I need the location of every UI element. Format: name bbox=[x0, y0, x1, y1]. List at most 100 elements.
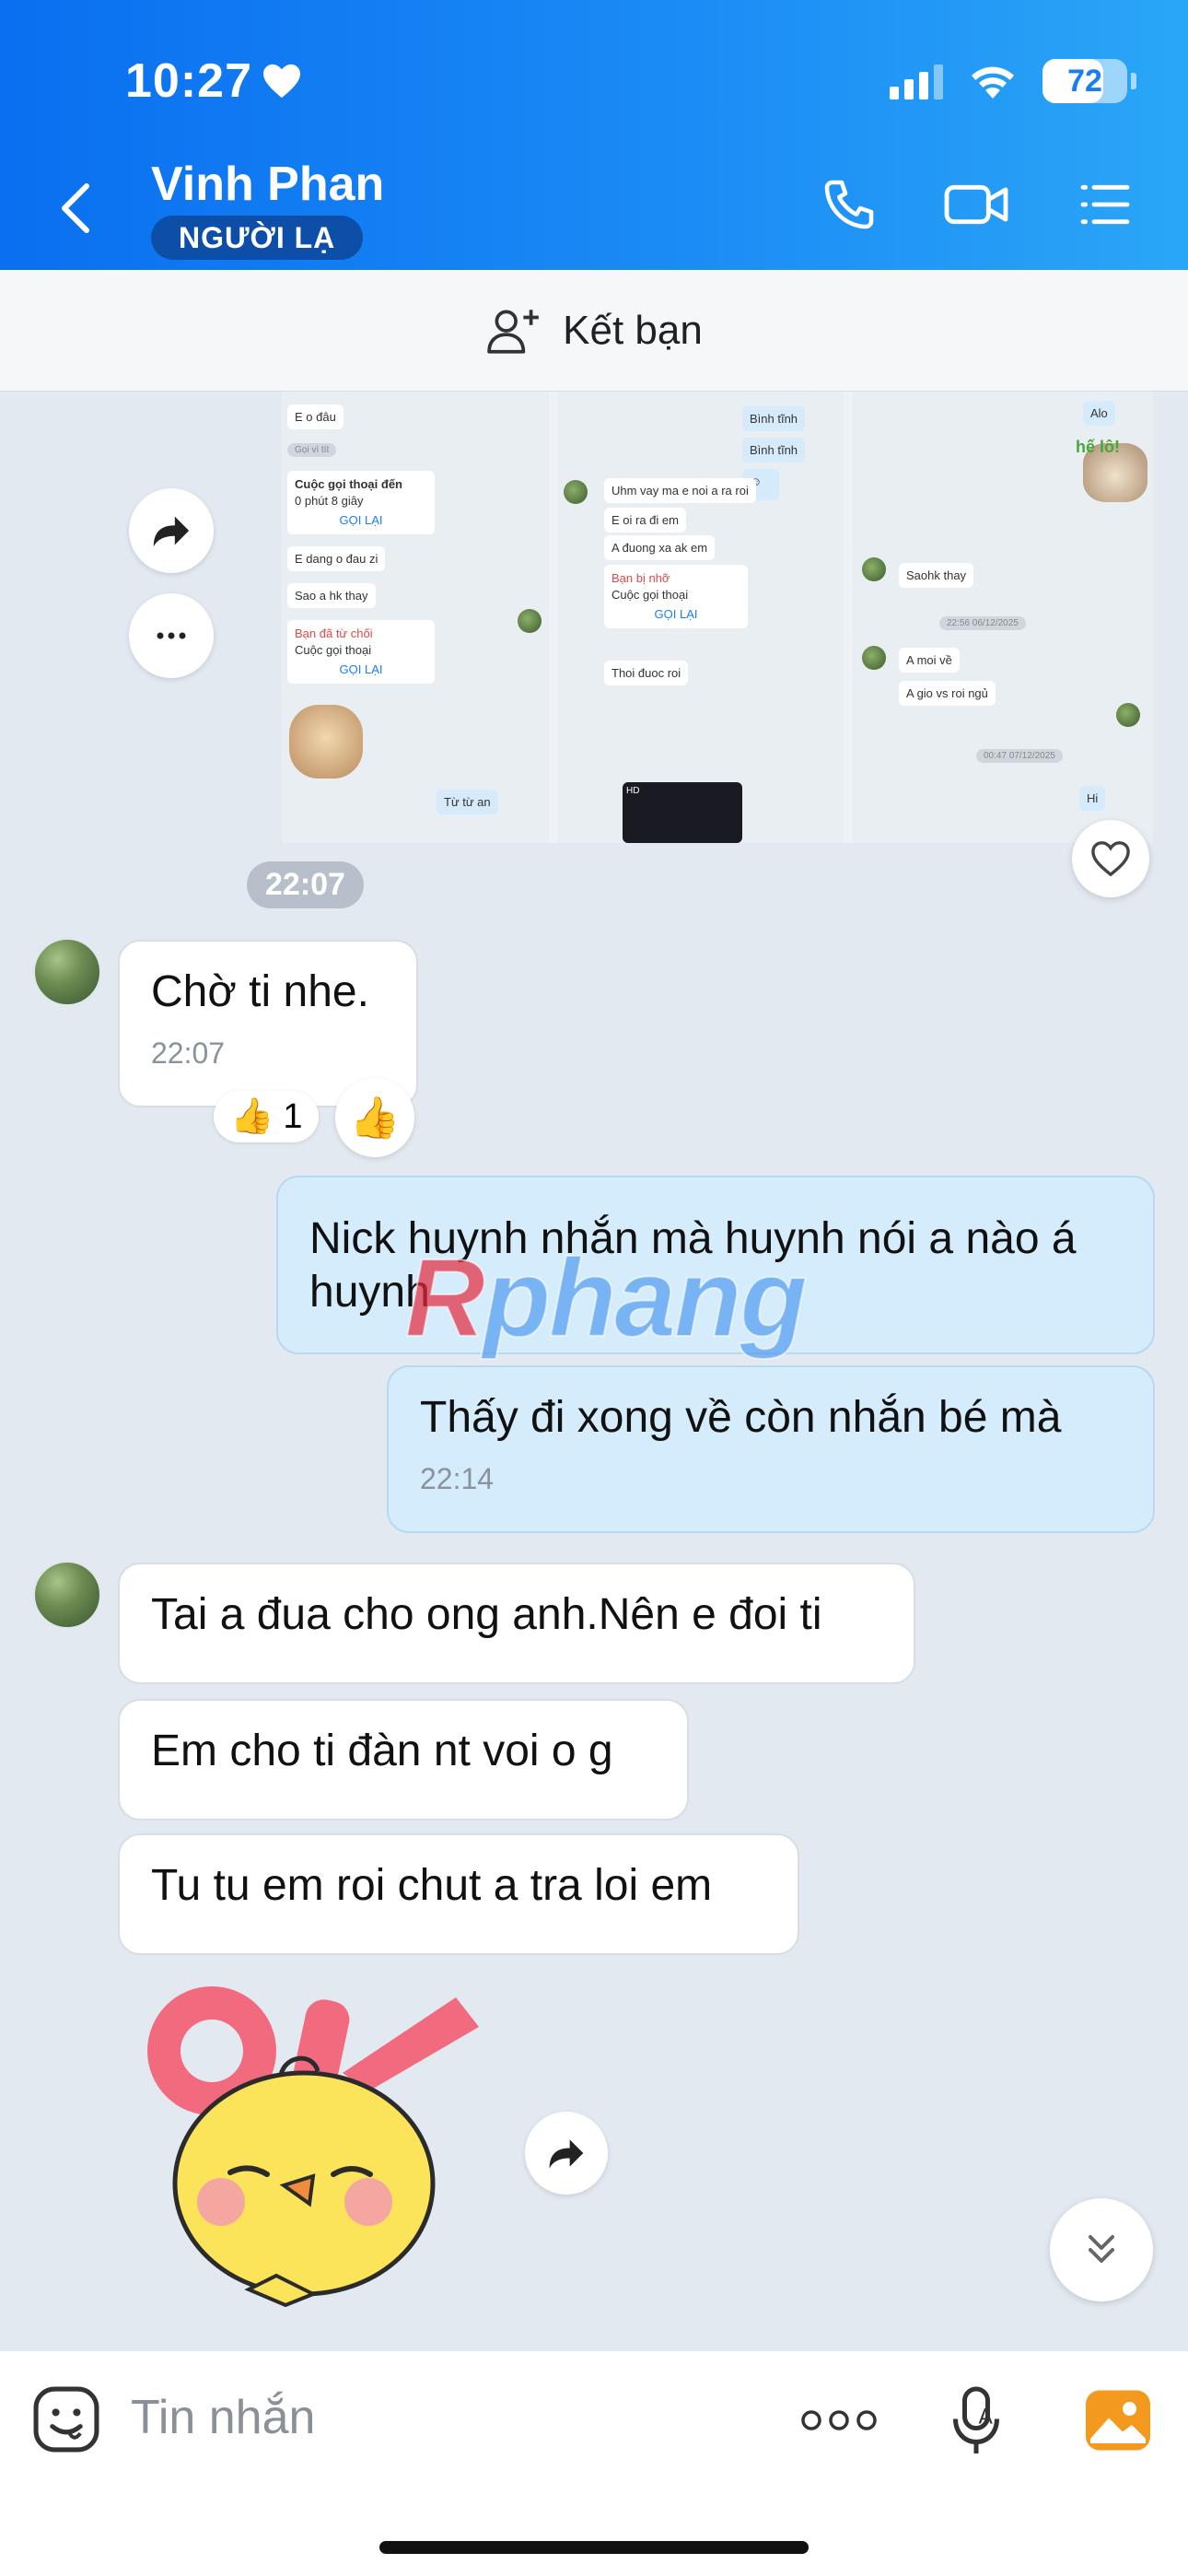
mini-callback: GỌI LẠI bbox=[654, 607, 698, 622]
watermark-r: R bbox=[404, 1235, 486, 1361]
forward-icon bbox=[153, 516, 190, 547]
stranger-badge: NGƯỜI LẠ bbox=[151, 216, 364, 260]
screenshot-column-2: Bình tĩnh Bình tĩnh ☺ Uhm vay ma e noi a… bbox=[558, 392, 844, 843]
screenshot-column-3: Alo hế lô! Saohk thay 22:56 06/12/2025 A… bbox=[853, 392, 1153, 843]
mini-date: 00:47 07/12/2025 bbox=[976, 749, 1063, 763]
forward-image-button[interactable] bbox=[129, 488, 214, 573]
mini-message: A đuong xa ak em bbox=[604, 535, 716, 560]
crying-cat-sticker bbox=[289, 705, 363, 779]
mini-avatar bbox=[862, 646, 886, 670]
reaction-summary[interactable]: 👍 1 bbox=[214, 1091, 320, 1142]
mini-call-title: Bạn bị nhỡ bbox=[611, 571, 670, 585]
mini-call-title: Bạn đã từ chối bbox=[295, 626, 373, 640]
mini-callback: GỌI LẠI bbox=[339, 662, 383, 677]
voice-call-button[interactable] bbox=[820, 175, 879, 239]
forward-icon bbox=[549, 2139, 584, 2169]
message-bubble-outgoing[interactable]: Thấy đi xong về còn nhắn bé mà 22:14 bbox=[387, 1365, 1155, 1533]
contact-avatar[interactable] bbox=[33, 938, 101, 1006]
contact-avatar[interactable] bbox=[33, 1561, 101, 1629]
mini-call-card: Bạn đã từ chối Cuộc gọi thoại GỌI LẠI bbox=[287, 620, 435, 684]
mini-video-label: HD bbox=[626, 786, 640, 796]
menu-button[interactable] bbox=[1076, 175, 1135, 239]
thumbs-up-icon: 👍 bbox=[349, 1095, 401, 1141]
mini-message: E o đâu bbox=[287, 404, 344, 429]
battery-percent: 72 bbox=[1067, 63, 1102, 99]
message-input[interactable]: Tin nhắn bbox=[131, 2390, 315, 2445]
message-bubble-incoming[interactable]: Tu tu em roi chut a tra loi em bbox=[118, 1833, 799, 1955]
svg-text:A: A bbox=[979, 2406, 994, 2430]
mini-message: Saohk thay bbox=[899, 563, 974, 588]
mini-message: Bình tĩnh bbox=[742, 438, 806, 463]
add-friend-button[interactable]: Kết bạn bbox=[0, 270, 1188, 392]
image-picker-button[interactable] bbox=[1083, 2388, 1153, 2457]
mini-message: A gio vs roi ngủ bbox=[899, 681, 996, 706]
chat-header: 10:27 72 Vinh Phan NGƯỜI LẠ bbox=[0, 0, 1188, 270]
mini-message: Uhm vay ma e noi a ra roi bbox=[604, 478, 756, 503]
home-indicator bbox=[379, 2541, 809, 2554]
battery-icon: 72 bbox=[1042, 59, 1127, 103]
message-time: 22:07 bbox=[151, 1036, 226, 1070]
mini-message: Hi bbox=[1079, 786, 1106, 811]
ok-duck-sticker[interactable]: OK bbox=[129, 1972, 497, 2313]
more-options-button[interactable] bbox=[129, 593, 214, 678]
mini-callback: GỌI LẠI bbox=[339, 513, 383, 528]
message-bubble-incoming[interactable]: Em cho ti đàn nt voi o g bbox=[118, 1699, 689, 1821]
heart-outline-icon bbox=[1091, 841, 1130, 877]
emoji-face-icon bbox=[33, 2386, 99, 2453]
react-heart-button[interactable] bbox=[1072, 820, 1149, 897]
mini-message: Alo bbox=[1083, 401, 1115, 426]
status-time: 10:27 bbox=[125, 53, 302, 109]
wifi-icon bbox=[972, 66, 1014, 99]
mini-message: Bình tĩnh bbox=[742, 406, 806, 431]
add-friend-label: Kết bạn bbox=[563, 307, 703, 353]
watermark-text: phang bbox=[483, 1235, 809, 1361]
mini-call-type: Cuộc gọi thoại bbox=[611, 587, 689, 602]
video-call-button[interactable] bbox=[941, 175, 1011, 239]
clock-text: 10:27 bbox=[125, 54, 252, 108]
mini-call-title: Cuộc gọi thoại đến bbox=[295, 477, 402, 491]
mini-call-card: Cuộc gọi thoại đến 0 phút 8 giây GỌI LẠI bbox=[287, 471, 435, 534]
scroll-to-bottom-button[interactable] bbox=[1050, 2198, 1153, 2301]
add-friend-icon bbox=[487, 309, 540, 354]
mini-avatar bbox=[1116, 703, 1140, 727]
menu-list-icon bbox=[1080, 184, 1130, 225]
react-like-button[interactable]: 👍 bbox=[335, 1078, 414, 1157]
mini-call-duration: 0 phút 8 giây bbox=[295, 493, 364, 508]
mini-message: Thoi đuoc roi bbox=[604, 661, 689, 685]
mini-message: E oi ra đi em bbox=[604, 508, 686, 533]
more-actions-button[interactable] bbox=[799, 2406, 879, 2439]
mini-avatar bbox=[564, 480, 588, 504]
image-gallery-icon bbox=[1086, 2390, 1150, 2451]
mini-message: Từ từ an bbox=[437, 790, 498, 814]
contact-name[interactable]: Vinh Phan bbox=[151, 157, 384, 212]
watermark-logo: Rphang bbox=[404, 1235, 809, 1362]
message-text: Thấy đi xong về còn nhắn bé mà bbox=[420, 1393, 1062, 1442]
back-icon bbox=[62, 183, 89, 233]
shared-screenshot-image[interactable]: E o đâu Gọi vì tít Cuộc gọi thoại đến 0 … bbox=[282, 392, 1153, 843]
message-text: Tai a đua cho ong anh.Nên e đoi ti bbox=[151, 1590, 822, 1639]
mini-call-type: Cuộc gọi thoại bbox=[295, 642, 372, 657]
double-chevron-down-icon bbox=[1089, 2235, 1114, 2263]
message-time: 22:14 bbox=[420, 1461, 495, 1495]
forward-sticker-button[interactable] bbox=[525, 2112, 608, 2195]
thumbs-up-emoji-icon: 👍 bbox=[230, 1097, 274, 1136]
message-text: Em cho ti đàn nt voi o g bbox=[151, 1727, 613, 1775]
mini-video-thumbnail: HD bbox=[623, 782, 742, 843]
message-bubble-incoming[interactable]: Tai a đua cho ong anh.Nên e đoi ti bbox=[118, 1563, 915, 1684]
sticker-alt-text: OK bbox=[129, 1972, 131, 1973]
sticker-text: hế lô! bbox=[1076, 438, 1120, 456]
mini-call-card: Bạn bị nhỡ Cuộc gọi thoại GỌI LẠI bbox=[604, 565, 748, 628]
time-divider: 22:07 bbox=[247, 861, 364, 908]
status-right: 72 bbox=[890, 59, 1136, 103]
sticker-button[interactable] bbox=[31, 2384, 101, 2459]
back-button[interactable] bbox=[57, 181, 94, 236]
more-dots-icon bbox=[157, 632, 186, 639]
video-call-icon bbox=[944, 184, 1008, 225]
hello-cat-sticker: hế lô! bbox=[1076, 438, 1147, 502]
mini-avatar bbox=[862, 557, 886, 581]
message-text: Tu tu em roi chut a tra loi em bbox=[151, 1861, 713, 1910]
cellular-signal-icon bbox=[890, 63, 943, 100]
microphone-icon: A bbox=[953, 2386, 999, 2453]
phone-icon bbox=[824, 180, 874, 229]
voice-input-button[interactable]: A bbox=[949, 2384, 1004, 2463]
